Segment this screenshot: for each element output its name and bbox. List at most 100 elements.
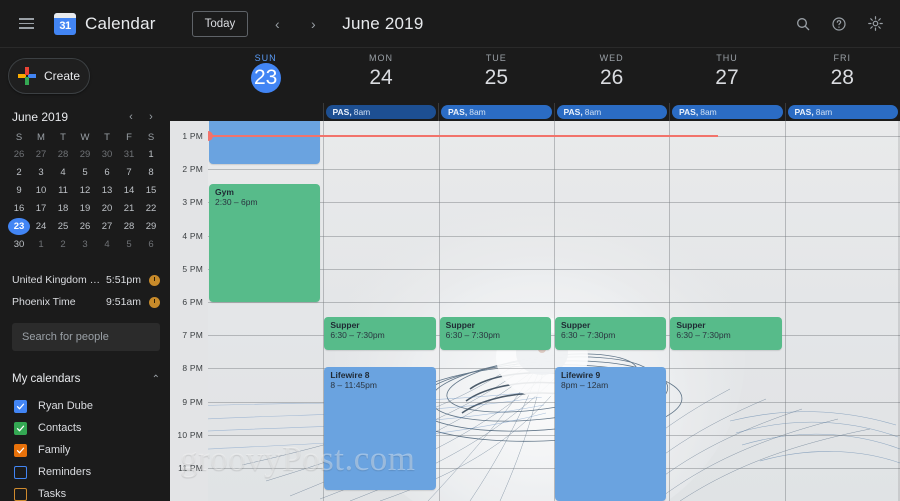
all-day-column[interactable]: PAS, 8am	[669, 103, 785, 121]
mini-calendar-day[interactable]: 8	[140, 164, 162, 181]
mini-calendar-day[interactable]: 19	[74, 200, 96, 217]
all-day-event[interactable]: PAS, 8am	[325, 105, 436, 119]
all-day-event[interactable]: PAS, 8am	[441, 105, 552, 119]
search-for-people-input[interactable]: Search for people	[12, 323, 160, 351]
mini-calendar-day[interactable]: 30	[96, 146, 118, 163]
all-day-event[interactable]: PAS, 8am	[556, 105, 667, 119]
mini-calendar-day[interactable]: 28	[52, 146, 74, 163]
mini-calendar-day[interactable]: 4	[96, 236, 118, 253]
day-column[interactable]: Supper 6:30 – 7:30pm	[669, 121, 784, 501]
next-period-button[interactable]: ›	[300, 11, 326, 37]
calendar-checkbox[interactable]	[14, 421, 27, 435]
day-header-number[interactable]: 26	[600, 65, 623, 91]
day-column[interactable]: Supper 6:30 – 7:30pm	[439, 121, 554, 501]
mini-calendar-day[interactable]: 17	[30, 200, 52, 217]
mini-calendar-day[interactable]: 28	[118, 218, 140, 235]
day-header-number[interactable]: 24	[369, 65, 392, 91]
mini-calendar-day[interactable]: 26	[74, 218, 96, 235]
help-icon[interactable]	[824, 9, 854, 39]
mini-calendar-day[interactable]: 14	[118, 182, 140, 199]
mini-calendar-day[interactable]: 6	[96, 164, 118, 181]
mini-calendar-day[interactable]: 11	[52, 182, 74, 199]
calendar-checkbox[interactable]	[14, 465, 27, 479]
mini-calendar-day[interactable]: 1	[30, 236, 52, 253]
mini-calendar-day[interactable]: 24	[30, 218, 52, 235]
mini-calendar-day[interactable]: 4	[52, 164, 74, 181]
day-header[interactable]: TUE 25	[439, 48, 554, 103]
calendar-event[interactable]: Supper 6:30 – 7:30pm	[439, 317, 551, 350]
calendar-checkbox[interactable]	[14, 443, 27, 457]
chevron-up-icon[interactable]: ⌃	[152, 374, 160, 385]
mini-calendar-day[interactable]: 6	[140, 236, 162, 253]
day-column[interactable]: Gym 2:30 – 6pm	[203, 121, 719, 501]
calendar-event[interactable]	[209, 121, 321, 164]
mini-calendar-day[interactable]: 18	[52, 200, 74, 217]
create-button[interactable]: Create	[8, 58, 90, 94]
mini-calendar-day[interactable]: 2	[52, 236, 74, 253]
mini-calendar-day[interactable]: 30	[8, 236, 30, 253]
calendar-event[interactable]: Gym 2:30 – 6pm	[209, 184, 321, 302]
mini-calendar-prev-button[interactable]: ‹	[122, 108, 140, 126]
mini-calendar-day[interactable]: 10	[30, 182, 52, 199]
day-header-number[interactable]: 23	[250, 63, 281, 93]
mini-calendar-day[interactable]: 1	[140, 146, 162, 163]
mini-calendar-day[interactable]: 27	[96, 218, 118, 235]
my-calendars-header[interactable]: My calendars ⌃	[12, 369, 160, 389]
mini-calendar-day[interactable]: 16	[8, 200, 30, 217]
mini-calendar-day[interactable]: 12	[74, 182, 96, 199]
day-column[interactable]: Supper 6:30 – 7:30pm Lifewire 88 – 11:45pm	[323, 121, 438, 501]
mini-calendar-day[interactable]: 7	[118, 164, 140, 181]
mini-calendar-next-button[interactable]: ›	[142, 108, 160, 126]
calendar-list-item[interactable]: Reminders	[0, 461, 170, 483]
mini-calendar-day[interactable]: 27	[30, 146, 52, 163]
all-day-column[interactable]: PAS, 8am	[784, 103, 900, 121]
calendar-checkbox[interactable]	[14, 399, 27, 413]
calendar-list-item[interactable]: Family	[0, 439, 170, 461]
all-day-event[interactable]: PAS, 8am	[787, 105, 898, 119]
mini-calendar-day[interactable]: 23	[8, 218, 30, 235]
mini-calendar-day[interactable]: 31	[118, 146, 140, 163]
calendar-event[interactable]: Supper 6:30 – 7:30pm	[324, 317, 436, 350]
day-header[interactable]: SUN 23	[208, 48, 323, 103]
day-header[interactable]: MON 24	[323, 48, 438, 103]
mini-calendar-day[interactable]: 3	[30, 164, 52, 181]
mini-calendar-day[interactable]: 5	[118, 236, 140, 253]
calendar-checkbox[interactable]	[14, 487, 27, 501]
day-header[interactable]: WED 26	[554, 48, 669, 103]
day-column[interactable]	[785, 121, 900, 501]
mini-calendar-day[interactable]: 29	[140, 218, 162, 235]
mini-calendar-day[interactable]: 9	[8, 182, 30, 199]
mini-calendar-day[interactable]: 15	[140, 182, 162, 199]
day-column[interactable]: Supper 6:30 – 7:30pm Lifewire 9 8pm – 12am	[554, 121, 669, 501]
all-day-event[interactable]: PAS, 8am	[672, 105, 783, 119]
calendar-event[interactable]: Supper 6:30 – 7:30pm	[554, 317, 667, 350]
calendar-list-item[interactable]: Ryan Dube	[0, 395, 170, 417]
mini-calendar-day[interactable]: 25	[52, 218, 74, 235]
mini-calendar-day[interactable]: 26	[8, 146, 30, 163]
mini-calendar-day[interactable]: 3	[74, 236, 96, 253]
day-header-number[interactable]: 27	[715, 65, 738, 91]
today-button[interactable]: Today	[191, 10, 249, 37]
mini-calendar-day[interactable]: 22	[140, 200, 162, 217]
previous-period-button[interactable]: ‹	[264, 11, 290, 37]
day-header[interactable]: THU 27	[669, 48, 784, 103]
mini-calendar-day[interactable]: 2	[8, 164, 30, 181]
mini-calendar-day[interactable]: 29	[74, 146, 96, 163]
day-header-number[interactable]: 28	[831, 65, 854, 91]
day-header[interactable]: FRI 28	[785, 48, 900, 103]
calendar-event[interactable]: Supper 6:30 – 7:30pm	[670, 317, 782, 350]
calendar-list-item[interactable]: Tasks	[0, 483, 170, 501]
day-header-number[interactable]: 25	[485, 65, 508, 91]
all-day-column[interactable]	[208, 103, 323, 121]
mini-calendar-day[interactable]: 20	[96, 200, 118, 217]
mini-calendar-day[interactable]: 21	[118, 200, 140, 217]
calendar-list-item[interactable]: Contacts	[0, 417, 170, 439]
all-day-column[interactable]: PAS, 8am	[438, 103, 554, 121]
gear-icon[interactable]	[860, 9, 890, 39]
search-icon[interactable]	[788, 9, 818, 39]
calendar-event[interactable]: Lifewire 88 – 11:45pm	[324, 367, 436, 490]
all-day-column[interactable]: PAS, 8am	[553, 103, 670, 121]
calendar-event[interactable]: Lifewire 9 8pm – 12am	[554, 367, 667, 501]
mini-calendar-day[interactable]: 13	[96, 182, 118, 199]
all-day-column[interactable]: PAS, 8am	[322, 103, 439, 121]
